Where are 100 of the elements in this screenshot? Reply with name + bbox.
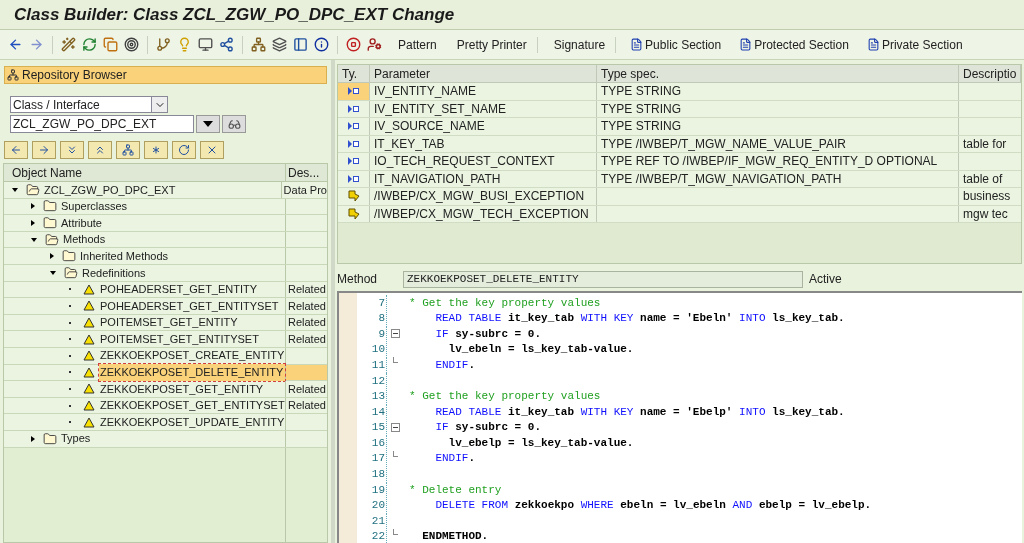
type-cell[interactable] (338, 83, 370, 100)
tree-item[interactable]: ZEKKOEKPOSET_UPDATE_ENTITY (99, 413, 286, 431)
warning-icon (83, 317, 95, 329)
user-icon[interactable] (367, 37, 382, 52)
target-icon[interactable] (124, 37, 139, 52)
section-button[interactable]: Protected Section (735, 35, 853, 54)
warning-icon (83, 366, 95, 378)
monitor-icon[interactable] (198, 37, 213, 52)
info-icon[interactable] (314, 37, 329, 52)
toolbar-button[interactable]: Pattern (394, 35, 441, 54)
line-number: 10 (357, 341, 387, 358)
tree-item[interactable]: Attribute (60, 214, 103, 232)
fold-icon[interactable] (390, 423, 400, 433)
exception-icon (347, 190, 360, 203)
expand-icon[interactable] (31, 435, 35, 442)
layers-icon[interactable] (272, 37, 287, 52)
column-header[interactable]: Parameter (370, 65, 597, 82)
column-header[interactable]: Ty. (338, 65, 370, 82)
toolbar-button[interactable]: Signature (549, 35, 610, 54)
expand-icon[interactable] (31, 220, 35, 226)
section-button[interactable]: Public Section (626, 35, 726, 54)
asterisk-icon[interactable] (150, 144, 162, 156)
collapse-icon[interactable] (50, 270, 56, 275)
line-number: 7 (357, 294, 387, 312)
warning-icon (83, 350, 95, 362)
collapse-all-icon[interactable] (94, 144, 106, 156)
tree-description: Related (288, 331, 326, 347)
code-line: IF sy-subrc = 0. (434, 420, 542, 436)
tree-item[interactable]: Superclasses (60, 198, 129, 215)
importing-icon (347, 104, 360, 113)
panel-icon[interactable] (293, 37, 308, 52)
tree-item[interactable]: ZCL_ZGW_PO_DPC_EXT (43, 181, 177, 199)
display-button[interactable] (222, 115, 246, 133)
folder-icon (43, 431, 57, 446)
stop-icon[interactable] (346, 37, 361, 52)
table-cell-text: TYPE STRING (601, 83, 681, 101)
line-number: 20 (357, 497, 387, 514)
back-icon[interactable] (10, 144, 22, 156)
share-icon[interactable] (219, 37, 234, 52)
wand-icon[interactable] (61, 37, 76, 52)
glasses-icon (227, 117, 241, 131)
hierarchy-icon[interactable] (122, 144, 134, 156)
forward-icon[interactable] (38, 144, 50, 156)
close-icon[interactable] (206, 144, 218, 156)
importing-icon (347, 122, 360, 131)
code-line: ENDMETHOD. (421, 529, 489, 543)
hierarchy-icon[interactable] (251, 37, 266, 52)
tree-item[interactable]: Inherited Methods (79, 247, 170, 265)
tree-item[interactable]: POITEMSET_GET_ENTITYSET (99, 330, 260, 348)
fold-icon[interactable] (390, 329, 400, 339)
back-icon[interactable] (8, 37, 23, 52)
collapse-icon[interactable] (12, 187, 18, 192)
tree-item[interactable]: ZEKKOEKPOSET_DELETE_ENTITY (99, 364, 285, 381)
expand-icon[interactable] (50, 253, 54, 260)
tree-item[interactable]: POHEADERSET_GET_ENTITYSET (99, 297, 280, 315)
toolbar-button[interactable]: Pretty Printer (452, 35, 531, 54)
tree-item[interactable]: ZEKKOEKPOSET_CREATE_ENTITY (99, 347, 286, 364)
column-header[interactable]: Object Name (4, 164, 286, 181)
dropdown-button[interactable] (196, 115, 220, 133)
method-field[interactable]: ZEKKOEKPOSET_DELETE_ENTITY (403, 270, 803, 288)
object-type-dropdown[interactable]: Class / Interface (10, 96, 168, 113)
table-cell: IV_SOURCE_NAME (370, 118, 597, 135)
importing-icon (347, 139, 360, 148)
line-number: 15 (357, 419, 387, 436)
tree-item[interactable]: Types (60, 430, 92, 447)
tree-item[interactable]: Redefinitions (81, 264, 147, 281)
tree-item[interactable]: ZEKKOEKPOSET_GET_ENTITY (99, 380, 265, 398)
exception-icon (347, 207, 360, 220)
tree-item[interactable]: ZEKKOEKPOSET_GET_ENTITYSET (99, 397, 286, 414)
folder-icon (43, 216, 57, 230)
folder-icon (43, 199, 57, 214)
table-cell: IO_TECH_REQUEST_CONTEXT (370, 153, 597, 170)
importing-icon (347, 157, 360, 166)
tree-item[interactable]: POITEMSET_GET_ENTITY (99, 314, 239, 331)
line-number: 13 (357, 388, 387, 405)
refresh-icon[interactable] (82, 37, 97, 52)
importing-icon (347, 87, 360, 96)
object-name-field[interactable]: ZCL_ZGW_PO_DPC_EXT (10, 115, 194, 133)
column-header[interactable]: Descriptio (959, 65, 1021, 82)
line-number: 9 (357, 325, 387, 343)
section-button[interactable]: Private Section (862, 35, 967, 54)
code-line: * Get the key property values (408, 295, 601, 311)
table-cell-text: table for (963, 135, 1007, 153)
forward-icon[interactable] (29, 37, 44, 52)
branch-icon[interactable] (156, 37, 171, 52)
copy-icon[interactable] (103, 37, 118, 52)
line-number: 19 (357, 481, 387, 499)
tree-item[interactable]: Methods (62, 231, 107, 248)
refresh-icon[interactable] (178, 144, 190, 156)
expand-icon[interactable] (31, 203, 35, 210)
column-header[interactable]: Type spec. (597, 65, 959, 82)
tree-item[interactable]: POHEADERSET_GET_ENTITY (99, 281, 259, 298)
table-cell-text: TYPE /IWBEP/T_MGW_NAVIGATION_PATH (601, 170, 842, 188)
column-header[interactable]: Des... (286, 164, 320, 181)
table-cell-text: TYPE /IWBEP/T_MGW_NAME_VALUE_PAIR (601, 135, 846, 153)
code-line: DELETE FROM zekkoekpo WHERE ebeln = lv_ebeln AND ebelp = lv_ebelp. (434, 498, 872, 514)
collapse-icon[interactable] (31, 237, 37, 242)
table-cell-text: business (963, 188, 1011, 206)
expand-all-icon[interactable] (66, 144, 78, 156)
line-number: 17 (357, 450, 387, 467)
